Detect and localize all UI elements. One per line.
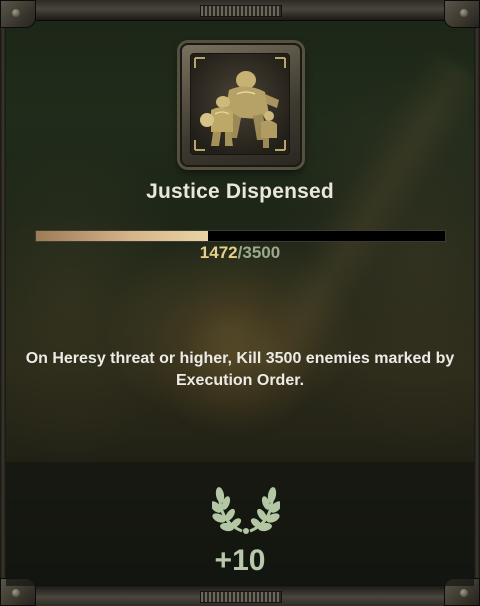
reward-panel: +10 [6, 462, 474, 586]
ogryn-squad-emblem-icon [190, 53, 290, 155]
progress-bar-fill [36, 231, 209, 241]
frame-top [0, 0, 480, 21]
frame-bottom [0, 585, 480, 606]
laurel-wreath-icon [210, 477, 282, 535]
frame-bolt [460, 589, 468, 597]
frame-grille-bottom [200, 591, 282, 603]
progress-current: 1472 [199, 243, 238, 262]
achievement-card: Justice Dispensed 1472/3500 On Heresy th… [0, 0, 480, 606]
reward-value: +10 [214, 544, 266, 577]
achievement-title: Justice Dispensed [146, 180, 334, 203]
frame-right [474, 18, 480, 588]
progress-text: 1472/3500 [0, 243, 480, 263]
frame-bolt [12, 589, 20, 597]
frame-bolt [12, 9, 20, 17]
progress-bar [35, 230, 446, 242]
achievement-emblem [180, 43, 302, 167]
progress-total: 3500 [242, 243, 281, 262]
frame-bolt [460, 9, 468, 17]
achievement-description: On Heresy threat or higher, Kill 3500 en… [25, 350, 455, 389]
frame-grille-top [200, 5, 282, 17]
